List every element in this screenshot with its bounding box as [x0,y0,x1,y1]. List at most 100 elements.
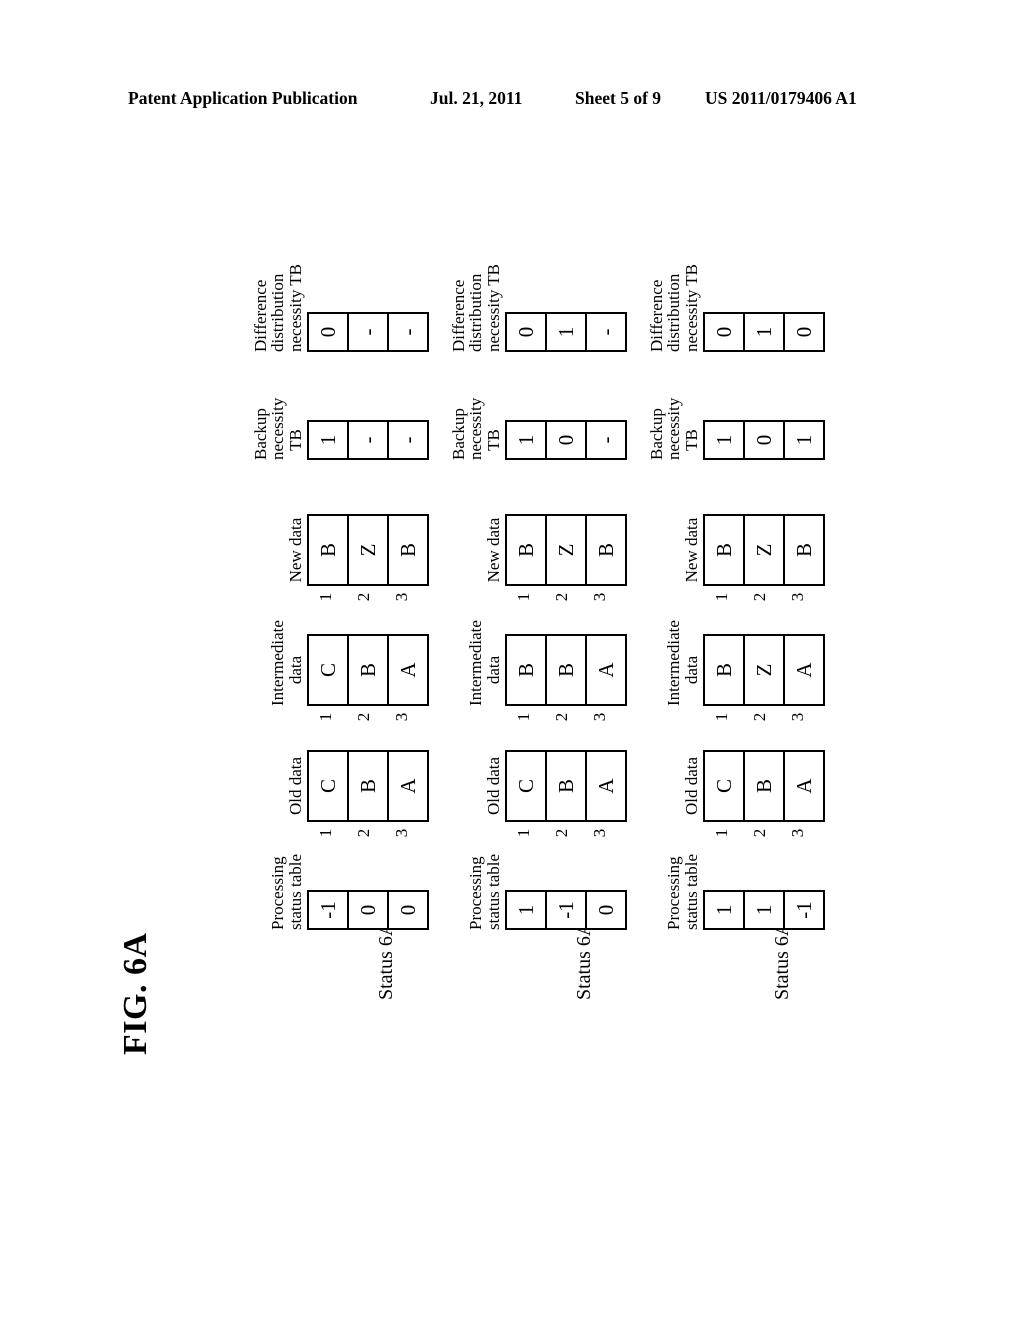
table-caption: Difference distribution necessity TB [251,264,307,352]
table-processing-status-table: Processing status table 1 -1 0 [466,854,627,930]
table-cell: B [705,516,745,584]
table-cell: B [547,752,587,820]
table-cell: 1 [705,422,745,458]
row-index: 1 [316,712,335,722]
row-index: 2 [552,828,571,838]
table-cell: A [785,636,825,704]
row-index-column: 1 2 3 [703,589,817,605]
table-grid: 1-- [307,420,429,460]
table-caption: Processing status table [268,854,307,930]
publication-date: Jul. 21, 2011 [430,88,523,108]
caption-line: Processing [268,856,288,930]
table-cell: - [587,314,627,350]
caption-line: Old data [483,756,503,816]
table-cell: B [547,636,587,704]
table-caption: Processing status table [664,854,703,930]
table-cell: Z [547,516,587,584]
table-grid: CBA [703,750,825,822]
status-group-1: Status 6A-1 Processing status table -1 0 0 Old… [247,240,440,1000]
table-caption: Processing status table [466,854,505,930]
table-cell: 0 [389,892,429,928]
table-new-data: New data B Z B 1 2 3 [484,514,627,601]
row-index: 3 [392,712,411,722]
table-cell: 0 [507,314,547,350]
table-intermediate-data: Intermediate data B Z A 1 2 3 [664,620,825,721]
table-caption: Backup necessity TB [449,398,505,460]
row-index-column: 1 2 3 [703,709,817,725]
row-index-column: 1 2 3 [505,709,619,725]
table-cell: B [309,516,349,584]
table-cell: C [705,752,745,820]
table-cell: Z [349,516,389,584]
table-cell: A [785,752,825,820]
table-cell: 0 [587,892,627,928]
table-grid: -1 0 0 [307,890,429,930]
caption-line: Backup [647,408,667,460]
caption-line: data [681,655,701,685]
caption-line: Processing [466,856,486,930]
caption-line: TB [681,429,701,451]
table-cell: - [389,422,429,458]
table-cell: 1 [745,892,785,928]
sheet-number: Sheet 5 of 9 [575,88,662,108]
caption-line: necessity [268,397,288,460]
table-caption: Old data [483,750,505,822]
table-grid: 10- [505,420,627,460]
table-cell: 0 [745,422,785,458]
table-grid: 0-- [307,312,429,352]
table-cell: -1 [547,892,587,928]
caption-line: Difference [251,279,271,352]
caption-line: New data [285,517,305,583]
table-cell: 0 [785,314,825,350]
table-grid: BZB [505,514,627,586]
table-cell: C [309,636,349,704]
table-cell: 1 [785,422,825,458]
row-index: 1 [712,592,731,602]
row-index: 2 [552,592,571,602]
caption-line: data [483,655,503,685]
caption-line: Intermediate [664,620,684,706]
table-grid: BZB [307,514,429,586]
row-index: 1 [514,592,533,602]
table-grid: 1 1 -1 [703,890,825,930]
row-index: 3 [788,712,807,722]
caption-line: Old data [681,756,701,816]
table-intermediate-data: Intermediate data C B A 1 2 3 [268,620,429,721]
table-cell: 0 [349,892,389,928]
row-index: 2 [354,828,373,838]
caption-line: New data [483,517,503,583]
table-old-data: Old data C B A 1 2 3 [682,750,825,837]
caption-line: Intermediate [268,620,288,706]
caption-line: Backup [251,408,271,460]
table-cell: B [507,636,547,704]
table-processing-status-table: Processing status table -1 0 0 [268,854,429,930]
table-cell: 1 [745,314,785,350]
table-cell: 0 [547,422,587,458]
table-cell: - [349,314,389,350]
caption-line: Difference [647,279,667,352]
table-old-data: Old data C B A 1 2 3 [484,750,627,837]
caption-line: necessity TB [285,264,305,352]
row-index: 2 [354,712,373,722]
table-grid: 01- [505,312,627,352]
table-cell: B [587,516,627,584]
caption-line: Intermediate [466,620,486,706]
row-index: 2 [750,712,769,722]
caption-line: distribution [466,273,486,352]
caption-line: TB [285,429,305,451]
caption-line: distribution [664,273,684,352]
row-index: 1 [712,828,731,838]
table-intermediate-data: Intermediate data B B A 1 2 3 [466,620,627,721]
table-cell: A [587,636,627,704]
row-index: 3 [590,828,609,838]
table-caption: Intermediate data [664,620,703,706]
row-index: 2 [750,592,769,602]
table-grid: BBA [505,634,627,706]
table-cell: 0 [309,314,349,350]
row-index: 2 [354,592,373,602]
table-cell: Z [745,636,785,704]
table-cell: A [389,636,429,704]
table-caption: New data [285,514,307,586]
table-difference-distribution-necessity-tb: Difference distribution necessity TB 0 1- [449,264,627,352]
row-index: 1 [712,712,731,722]
